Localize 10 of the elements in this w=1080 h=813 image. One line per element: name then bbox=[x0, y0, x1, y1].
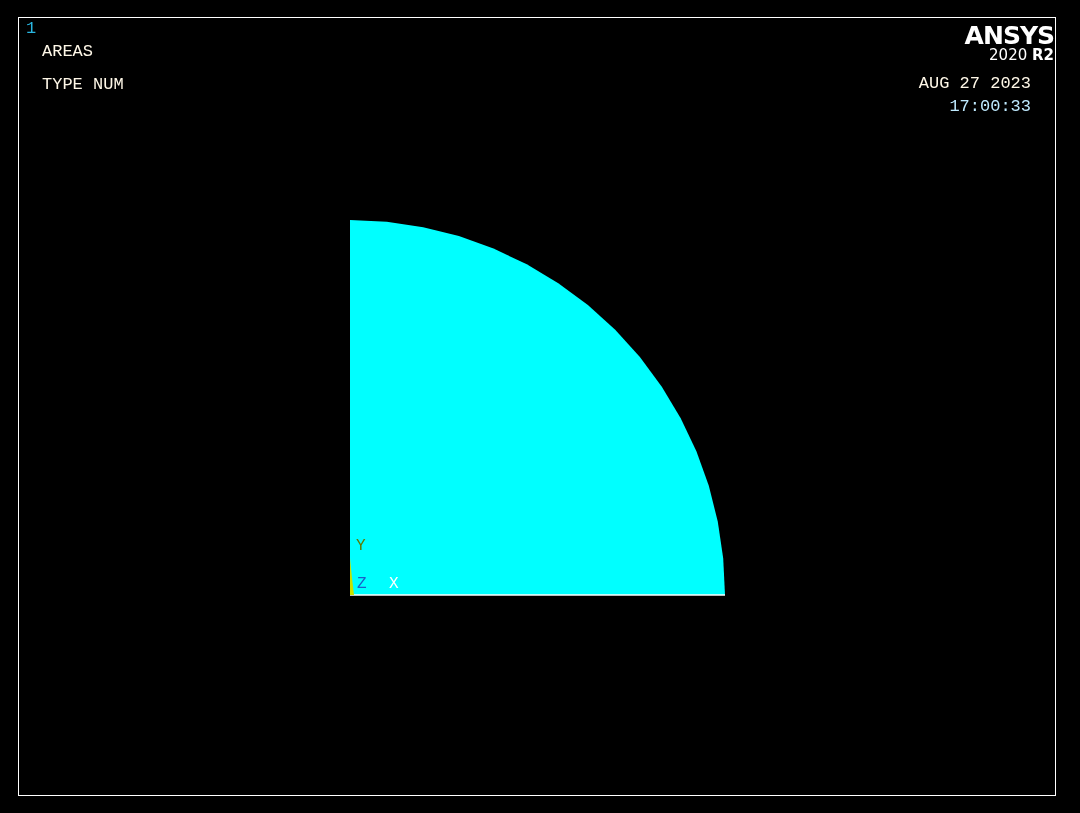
version-label: 2020 R2 bbox=[989, 48, 1054, 63]
date-label: AUG 27 2023 bbox=[918, 75, 1031, 92]
logo: ANSYS bbox=[964, 23, 1054, 48]
axis-label: Z bbox=[357, 575, 367, 593]
axis-label: Y bbox=[356, 537, 366, 555]
plot-title: TYPE NUM bbox=[42, 76, 124, 93]
window-number: 1 bbox=[26, 20, 37, 37]
axis-label: X bbox=[389, 575, 399, 593]
plot-title: AREAS bbox=[42, 43, 93, 60]
time-label: 17:00:33 bbox=[949, 98, 1031, 115]
